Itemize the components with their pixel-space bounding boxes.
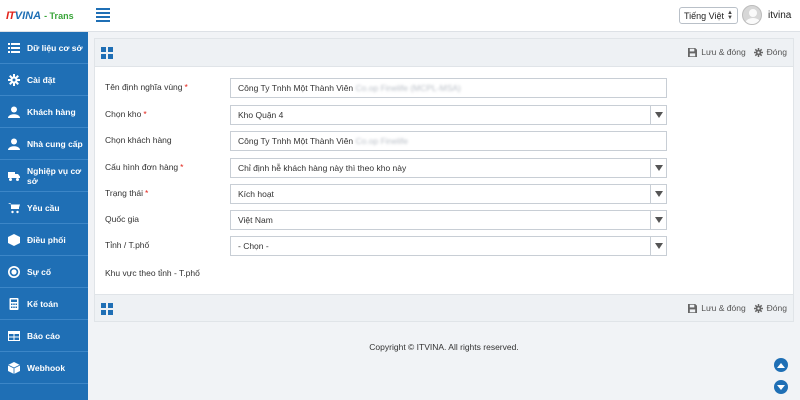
main-content: Lưu & đóng Đóng Tên định nghĩa vùng * Côn… bbox=[88, 32, 800, 400]
avatar[interactable] bbox=[742, 5, 762, 25]
windows-grid-icon bbox=[101, 47, 113, 59]
box-icon bbox=[8, 233, 20, 246]
caret-down-icon bbox=[650, 237, 666, 255]
logo-it-text: IT bbox=[6, 10, 15, 22]
floppy-disk-icon bbox=[688, 303, 698, 313]
sidebar-item-label: Báo cáo bbox=[27, 330, 61, 341]
caret-down-icon bbox=[650, 185, 666, 203]
sidebar-item-label: Khách hàng bbox=[27, 106, 76, 117]
floppy-disk-icon bbox=[688, 47, 698, 57]
list-icon bbox=[8, 42, 20, 54]
sidebar-item-webhook[interactable]: Webhook bbox=[0, 352, 88, 384]
users-icon bbox=[8, 138, 20, 150]
close-label: Đóng bbox=[766, 47, 787, 57]
sidebar-item-nghiep-vu-co-so[interactable]: Nghiệp vụ cơ sở bbox=[0, 160, 88, 192]
order-config-select[interactable]: Chỉ định hễ khách hàng này thì theo kho … bbox=[230, 158, 667, 178]
save-close-button[interactable]: Lưu & đóng bbox=[688, 47, 746, 57]
user-icon bbox=[8, 106, 20, 118]
sidebar-item-label: Nhà cung cấp bbox=[27, 138, 83, 149]
sidebar-item-yeu-cau[interactable]: Yêu cầu bbox=[0, 192, 88, 224]
logo-vina-text: VINA bbox=[14, 10, 42, 22]
sidebar: Dữ liệu cơ sở Cài đặt Khách hàng Nhà cun… bbox=[0, 32, 88, 400]
sidebar-item-nha-cung-cap[interactable]: Nhà cung cấp bbox=[0, 128, 88, 160]
caret-down-icon bbox=[650, 159, 666, 177]
close-button[interactable]: Đóng bbox=[753, 47, 787, 57]
caret-down-icon bbox=[650, 106, 666, 124]
order-config-row: Cấu hình đơn hàng * Chỉ định hễ khách hàn… bbox=[105, 158, 785, 178]
country-row: Quốc gia Việt Nam bbox=[105, 210, 785, 230]
country-label: Quốc gia bbox=[105, 214, 140, 224]
region-row: Khu vực theo tỉnh - T.phố bbox=[105, 264, 785, 284]
status-row: Trạng thái * Kích hoạt bbox=[105, 184, 785, 204]
province-row: Tỉnh / T.phố - Chọn - bbox=[105, 236, 785, 256]
region-label: Khu vực theo tỉnh - T.phố bbox=[105, 268, 200, 278]
country-select[interactable]: Việt Nam bbox=[230, 210, 667, 230]
warehouse-label: Chọn kho * bbox=[105, 109, 147, 119]
customer-row: Chọn khách hàng Công Ty Tnhh Một Thành V… bbox=[105, 131, 785, 151]
sidebar-item-su-co[interactable]: Sự cố bbox=[0, 256, 88, 288]
table-icon bbox=[8, 330, 20, 342]
gear-icon bbox=[8, 73, 20, 86]
truck-icon bbox=[8, 170, 20, 182]
windows-grid-icon bbox=[101, 303, 113, 315]
bottom-toolbar: Lưu & đóng Đóng bbox=[94, 294, 794, 322]
calculator-icon bbox=[8, 297, 20, 310]
sidebar-item-label: Dữ liệu cơ sở bbox=[27, 42, 83, 53]
sidebar-item-dieu-phoi[interactable]: Điều phối bbox=[0, 224, 88, 256]
blurred-text: Co.op Finelife (MCPL-MSA) bbox=[355, 83, 461, 93]
scroll-down-icon[interactable] bbox=[774, 380, 788, 394]
sidebar-item-label: Kế toán bbox=[27, 298, 59, 309]
save-close-label: Lưu & đóng bbox=[701, 47, 746, 57]
sidebar-item-label: Điều phối bbox=[27, 234, 66, 245]
warehouse-row: Chọn kho * Kho Quận 4 bbox=[105, 105, 785, 125]
language-selected-value: Tiếng Việt bbox=[684, 10, 725, 21]
target-icon bbox=[8, 265, 20, 278]
blurred-text: Co.op Finelife bbox=[355, 136, 408, 146]
copyright-text: Copyright © ITVINA. All rights reserved. bbox=[369, 342, 519, 352]
definition-name-row: Tên định nghĩa vùng * Công Ty Tnhh Một Th… bbox=[105, 78, 785, 98]
itvina-logo[interactable]: IT VINA - Trans bbox=[6, 9, 74, 23]
sidebar-item-label: Sự cố bbox=[27, 266, 52, 277]
customer-input[interactable]: Công Ty Tnhh Một Thành Viên Co.op Fineli… bbox=[230, 131, 667, 151]
username[interactable]: itvina bbox=[768, 10, 791, 21]
sidebar-item-ke-toan[interactable]: Kế toán bbox=[0, 288, 88, 320]
top-header: IT VINA - Trans Tiếng Việt ▲ ▼ itvina bbox=[0, 0, 800, 32]
cube-icon bbox=[8, 361, 20, 374]
definition-name-label: Tên định nghĩa vùng * bbox=[105, 82, 188, 92]
language-select[interactable]: Tiếng Việt ▲ ▼ bbox=[679, 7, 738, 24]
province-label: Tỉnh / T.phố bbox=[105, 240, 150, 250]
scroll-up-icon[interactable] bbox=[774, 358, 788, 372]
order-config-label: Cấu hình đơn hàng * bbox=[105, 162, 184, 172]
close-button[interactable]: Đóng bbox=[753, 303, 787, 313]
top-toolbar: Lưu & đóng Đóng bbox=[95, 39, 793, 67]
sidebar-item-label: Nghiệp vụ cơ sở bbox=[27, 165, 82, 186]
sidebar-item-label: Yêu cầu bbox=[27, 202, 60, 213]
warehouse-select[interactable]: Kho Quận 4 bbox=[230, 105, 667, 125]
sidebar-item-khach-hang[interactable]: Khách hàng bbox=[0, 96, 88, 128]
status-label: Trạng thái * bbox=[105, 188, 149, 198]
definition-name-input[interactable]: Công Ty Tnhh Một Thành Viên Co.op Fineli… bbox=[230, 78, 667, 98]
sidebar-item-label: Webhook bbox=[27, 362, 66, 373]
logo-trans-text: - Trans bbox=[44, 11, 74, 21]
sidebar-item-cai-dat[interactable]: Cài đặt bbox=[0, 64, 88, 96]
province-select[interactable]: - Chọn - bbox=[230, 236, 667, 256]
form-panel: Lưu & đóng Đóng Tên định nghĩa vùng * Côn… bbox=[94, 38, 794, 296]
save-close-button[interactable]: Lưu & đóng bbox=[688, 303, 746, 313]
sidebar-item-bao-cao[interactable]: Báo cáo bbox=[0, 320, 88, 352]
gear-icon bbox=[753, 47, 763, 57]
close-label: Đóng bbox=[766, 303, 787, 313]
sidebar-item-label: Cài đặt bbox=[27, 74, 56, 85]
menu-toggle-icon[interactable] bbox=[96, 8, 110, 22]
caret-down-icon bbox=[650, 211, 666, 229]
gear-icon bbox=[753, 303, 763, 313]
status-select[interactable]: Kích hoạt bbox=[230, 184, 667, 204]
sidebar-item-du-lieu-co-so[interactable]: Dữ liệu cơ sở bbox=[0, 32, 88, 64]
cart-icon bbox=[8, 202, 20, 214]
select-arrows-icon: ▲ ▼ bbox=[727, 9, 733, 21]
save-close-label: Lưu & đóng bbox=[701, 303, 746, 313]
customer-label: Chọn khách hàng bbox=[105, 135, 172, 145]
